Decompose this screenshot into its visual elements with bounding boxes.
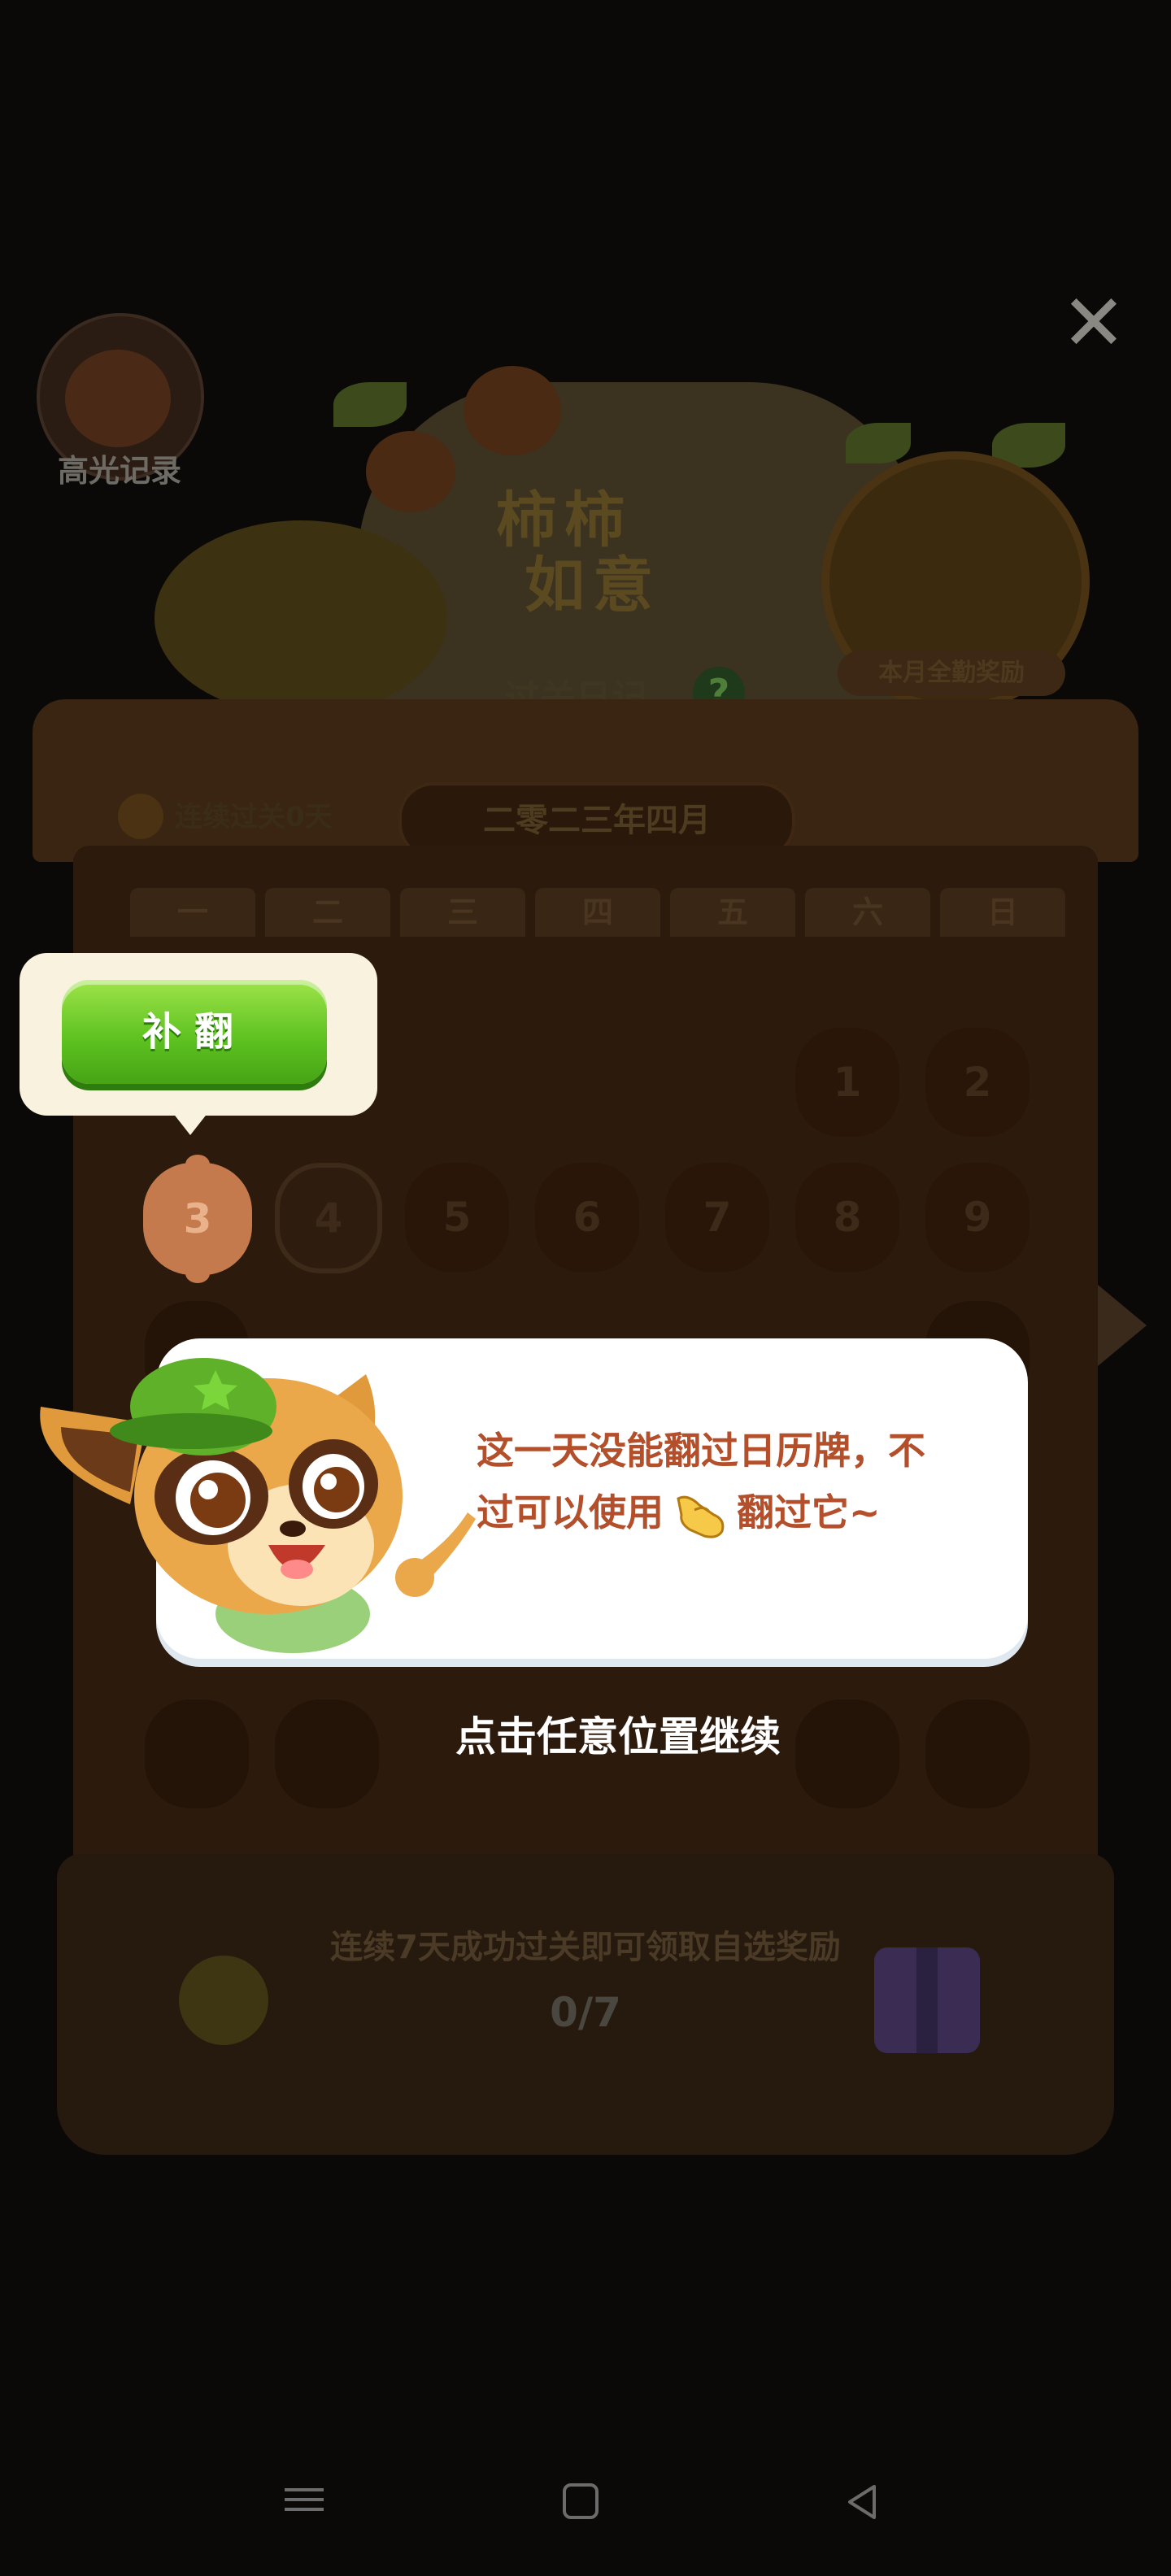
weekday-wed: 三 (400, 888, 525, 937)
weekday-mon: 一 (130, 888, 255, 937)
monthly-reward-label: 本月全勤奖励 (838, 651, 1065, 696)
refill-button[interactable]: 补翻 (62, 980, 327, 1084)
gift-box-icon[interactable] (874, 1947, 980, 2053)
calendar-day-tile[interactable] (925, 1699, 1030, 1808)
streak-text: 连续过关0天 (175, 801, 333, 833)
weekday-sat: 六 (805, 888, 930, 937)
tap-to-continue[interactable]: 点击任意位置继续 (374, 1704, 862, 1763)
tutorial-message-line1: 这一天没能翻过日历牌，不 (477, 1429, 925, 1473)
calendar-day-tile[interactable]: 4 (275, 1163, 382, 1273)
pointing-hand-icon (677, 1495, 725, 1538)
leaf-decoration (846, 423, 911, 463)
raccoon-mascot (40, 1358, 476, 1659)
dog-mascot-decoration (155, 520, 447, 716)
game-title-line2: 如意 (525, 550, 661, 620)
calendar-day-tile[interactable]: 2 (925, 1028, 1030, 1137)
back-icon[interactable] (842, 2482, 882, 2522)
calendar-day-tile[interactable]: 5 (405, 1163, 509, 1272)
close-icon[interactable]: ✕ (1057, 284, 1130, 362)
tutorial-message-line2-suffix: 翻过它~ (737, 1490, 881, 1534)
tutorial-message: 这一天没能翻过日历牌，不 过可以使用 翻过它~ (477, 1420, 1005, 1543)
calendar-day-tile[interactable]: 8 (795, 1163, 899, 1272)
calendar-day-tile[interactable]: 6 (535, 1163, 639, 1272)
streak-icon (118, 794, 163, 839)
reward-description: 连续7天成功过关即可领取自选奖励 (330, 1929, 841, 1966)
weekday-thu: 四 (535, 888, 660, 937)
home-icon[interactable] (563, 2483, 599, 2519)
reward-progress: 0/7 (550, 1989, 621, 2036)
persimmon-decoration (464, 366, 561, 455)
persimmon-decoration (366, 431, 455, 512)
calendar-day-tile[interactable]: 1 (795, 1028, 899, 1137)
weekday-header: 一 二 三 四 五 六 日 (130, 888, 1065, 937)
tutorial-message-line2-prefix: 过可以使用 (477, 1490, 664, 1534)
next-month-arrow-icon[interactable] (1098, 1285, 1147, 1366)
tutorial-message-line2: 过可以使用 翻过它~ (477, 1482, 1005, 1543)
highlights-label: 高光记录 (57, 453, 181, 489)
weekday-tue: 二 (265, 888, 390, 937)
weekday-fri: 五 (670, 888, 795, 937)
coin-reward-icon (179, 1956, 268, 2045)
tooltip-tail (172, 1112, 208, 1135)
calendar-day-tile[interactable] (145, 1699, 249, 1808)
avatar-image (65, 350, 171, 447)
leaf-decoration (333, 382, 407, 427)
highlighted-day-tile[interactable]: 3 (143, 1155, 252, 1283)
calendar-day-tile[interactable]: 7 (665, 1163, 769, 1272)
weekday-sun: 日 (940, 888, 1065, 937)
calendar-day-tile[interactable]: 9 (925, 1163, 1030, 1272)
menu-icon[interactable] (285, 2482, 324, 2521)
calendar-day-tile[interactable] (275, 1699, 379, 1808)
